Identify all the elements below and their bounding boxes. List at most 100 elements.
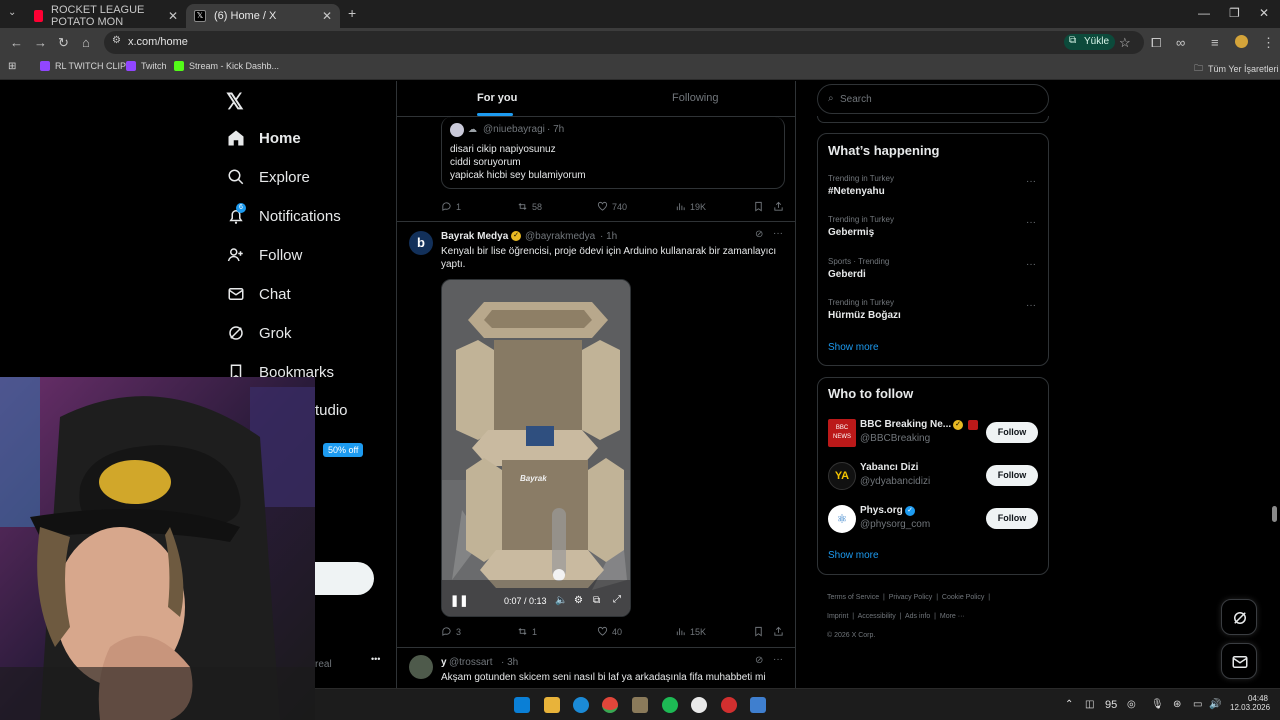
browser-tab-youtube[interactable]: ROCKET LEAGUE POTATO MON ✕ (26, 4, 186, 28)
all-bookmarks[interactable]: 🗀 Tüm Yer İşaretleri (1194, 61, 1279, 77)
post-author-name[interactable]: Bayrak Medya (441, 231, 508, 242)
trend-item[interactable]: Trending in Turkey #Netenyahu (828, 174, 894, 197)
file-explorer-icon[interactable] (544, 697, 560, 713)
follow-name[interactable]: Phys.org (860, 505, 903, 516)
footer-link[interactable]: Cookie Policy (942, 594, 984, 601)
fullscreen-icon[interactable]: ⤢ (613, 594, 621, 605)
trend-item[interactable]: Trending in Turkey Hürmüz Boğazı (828, 298, 901, 321)
nav-notifications[interactable]: 6 Notifications (227, 203, 341, 225)
quoted-post[interactable]: ☁ @niuebayragi · 7h disari cikip napiyos… (441, 117, 785, 189)
nav-chat[interactable]: Chat (227, 285, 291, 303)
tab-search-icon[interactable]: ⌄ (8, 7, 16, 18)
reading-list-icon[interactable]: ≡ (1211, 35, 1219, 50)
search-input[interactable]: ⌕ Search (817, 84, 1049, 114)
trend-item[interactable]: Sports · Trending Geberdi (828, 257, 889, 280)
forward-icon[interactable]: → (34, 35, 47, 50)
footer-link[interactable]: Accessibility (858, 613, 896, 620)
home-icon[interactable]: ⌂ (82, 35, 90, 50)
obs-icon[interactable] (691, 697, 707, 713)
footer-link[interactable]: More ··· (940, 613, 965, 620)
chevron-up-icon[interactable]: ⌃ (1065, 699, 1073, 710)
x-logo-icon[interactable]: 𝕏 (226, 89, 244, 115)
avatar[interactable]: b (409, 231, 433, 255)
reply-button[interactable]: 1 (441, 201, 461, 212)
footer-link[interactable]: Privacy Policy (889, 594, 933, 601)
shield-app-icon[interactable] (750, 697, 766, 713)
new-tab-icon[interactable]: + (348, 5, 356, 21)
grok-icon[interactable]: ⊘ (755, 655, 763, 666)
trend-more-icon[interactable]: ··· (1026, 259, 1036, 270)
network-icon[interactable]: ⊛ (1173, 699, 1181, 710)
post-more-icon[interactable]: ··· (773, 654, 783, 665)
volume-icon[interactable]: 🔊 (1209, 699, 1221, 710)
page-scrollbar[interactable] (1272, 506, 1277, 522)
install-app-button[interactable]: ⧉ Yükle (1064, 34, 1116, 50)
post-handle[interactable]: @trossart (449, 657, 493, 668)
back-icon[interactable]: ← (10, 35, 23, 50)
clock[interactable]: 04:48 12.03.2026 (1230, 694, 1270, 712)
menu-icon[interactable]: ⋮ (1262, 35, 1275, 51)
follow-button[interactable]: Follow (986, 422, 1038, 443)
post-more-icon[interactable]: ··· (773, 228, 783, 239)
link-icon[interactable]: ∞ (1176, 35, 1185, 50)
like-button[interactable]: 740 (597, 201, 627, 212)
site-info-icon[interactable]: ⚙ (112, 35, 121, 46)
bookmark-rl-clips[interactable]: RL TWITCH CLIPS (40, 61, 132, 71)
post-handle[interactable]: @bayrakmedya (525, 231, 595, 242)
recorder-icon[interactable] (721, 697, 737, 713)
trend-more-icon[interactable]: ··· (1026, 217, 1036, 228)
microphone-icon[interactable]: 🎙 (1151, 699, 1164, 710)
spotify-icon[interactable] (662, 697, 678, 713)
steam-icon[interactable]: ◎ (1127, 699, 1136, 710)
post-button[interactable] (315, 562, 374, 595)
bookmark-twitch[interactable]: Twitch (126, 61, 167, 71)
settings-icon[interactable]: ⚙ (574, 595, 583, 606)
window-close-icon[interactable]: ✕ (1259, 6, 1269, 20)
post-author-name[interactable]: y (441, 657, 447, 668)
avatar[interactable] (409, 655, 433, 679)
restore-icon[interactable]: ❐ (1229, 6, 1240, 20)
star-icon[interactable]: ☆ (1119, 35, 1131, 51)
avatar[interactable]: BBC NEWS (828, 419, 856, 447)
views-button[interactable]: 19K (675, 201, 706, 212)
minimize-icon[interactable]: — (1198, 6, 1210, 20)
messages-float-button[interactable] (1221, 643, 1257, 679)
start-icon[interactable] (514, 697, 530, 713)
pip-icon[interactable]: ⧉ (593, 595, 600, 606)
apps-icon[interactable]: ⊞ (8, 61, 16, 72)
close-icon[interactable]: ✕ (322, 9, 332, 23)
browser-tab-x[interactable]: 𝕏 (6) Home / X ✕ (186, 4, 340, 28)
footer-link[interactable]: Ads info (905, 613, 930, 620)
repost-button[interactable]: 58 (517, 201, 542, 212)
nav-creator-studio[interactable]: tudio (315, 402, 348, 419)
bookmark-button[interactable] (753, 626, 768, 637)
tab-for-you[interactable]: For you (477, 92, 517, 104)
footer-link[interactable]: Terms of Service (827, 594, 879, 601)
app-icon[interactable] (632, 697, 648, 713)
bookmark-kick[interactable]: Stream - Kick Dashb... (174, 61, 279, 71)
repost-button[interactable]: 1 (517, 626, 537, 637)
nav-follow[interactable]: Follow (227, 246, 302, 264)
volume-icon[interactable]: 🔈 (555, 595, 567, 606)
profile-more-icon[interactable]: ••• (371, 654, 380, 664)
follow-name[interactable]: BBC Breaking Ne... (860, 419, 951, 430)
reload-icon[interactable]: ↻ (58, 35, 69, 51)
grok-float-button[interactable] (1221, 599, 1257, 635)
nav-grok[interactable]: Grok (227, 324, 292, 342)
bookmark-button[interactable] (753, 201, 768, 212)
tab-following[interactable]: Following (672, 92, 718, 104)
follow-name[interactable]: Yabancı Dizi (860, 462, 918, 473)
follow-button[interactable]: Follow (986, 465, 1038, 486)
display-icon[interactable]: ▭ (1193, 699, 1202, 710)
share-button[interactable] (773, 201, 788, 212)
address-bar[interactable]: ⚙ x.com/home (104, 31, 1144, 54)
chrome-icon[interactable] (602, 697, 618, 713)
close-icon[interactable]: ✕ (168, 9, 178, 23)
pause-icon[interactable]: ❚❚ (450, 594, 468, 607)
extensions-icon[interactable]: ⧠ (1151, 35, 1161, 51)
trend-more-icon[interactable]: ··· (1026, 300, 1036, 311)
reply-button[interactable]: 3 (441, 626, 461, 637)
avatar[interactable]: ⚛ (828, 505, 856, 533)
trend-item[interactable]: Trending in Turkey Gebermiş (828, 215, 894, 238)
nav-explore[interactable]: Explore (227, 168, 310, 186)
